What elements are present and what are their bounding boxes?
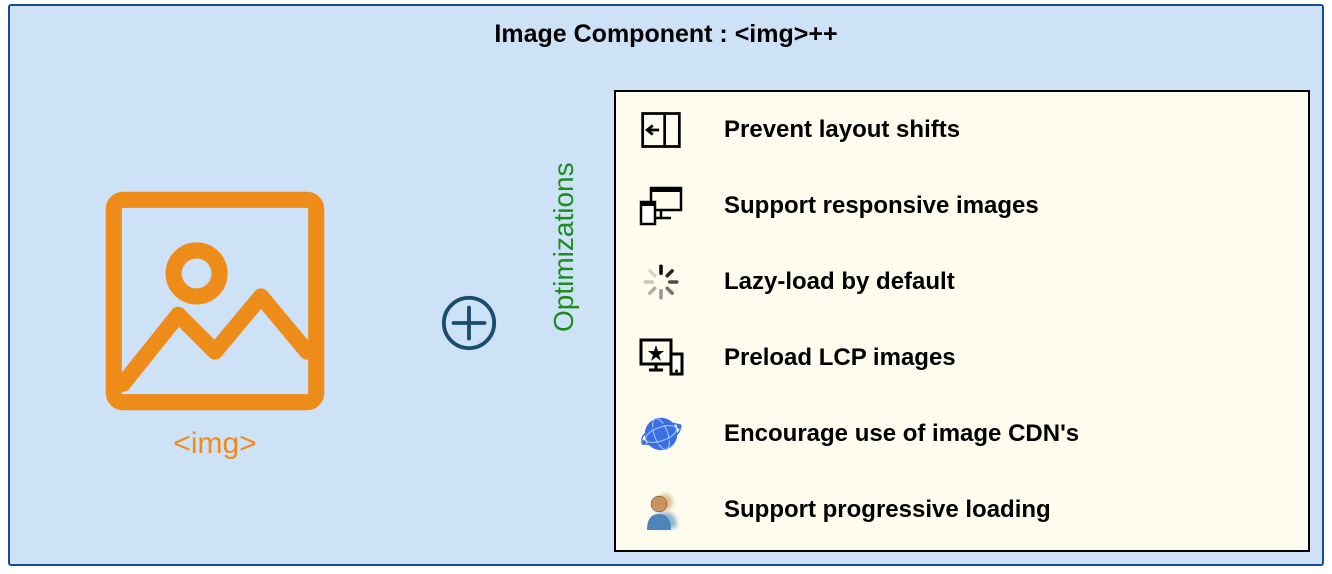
- optimization-label: Encourage use of image CDN's: [724, 420, 1079, 448]
- optimization-label: Support progressive loading: [724, 496, 1051, 524]
- plus-symbol: [440, 294, 498, 357]
- optimization-item: Support responsive images: [616, 168, 1308, 244]
- optimization-item: Lazy-load by default: [616, 244, 1308, 320]
- plus-circle-icon: [440, 339, 498, 356]
- img-tag-label: <img>: [90, 427, 340, 461]
- preload-lcp-icon: [632, 329, 690, 387]
- diagram-canvas: Image Component : <img>++ <img> Optim: [0, 0, 1332, 574]
- optimization-label: Lazy-load by default: [724, 268, 955, 296]
- optimization-item: Encourage use of image CDN's: [616, 396, 1308, 472]
- optimization-label: Prevent layout shifts: [724, 116, 960, 144]
- optimization-item: Support progressive loading: [616, 472, 1308, 548]
- optimization-label: Support responsive images: [724, 192, 1039, 220]
- responsive-devices-icon: [632, 177, 690, 235]
- loading-spinner-icon: [632, 253, 690, 311]
- optimization-item: Preload LCP images: [616, 320, 1308, 396]
- layout-shift-icon: [632, 101, 690, 159]
- optimization-label: Preload LCP images: [724, 344, 956, 372]
- optimization-item: Prevent layout shifts: [616, 92, 1308, 168]
- optimizations-label: Optimizations: [548, 162, 580, 332]
- image-placeholder-icon: [100, 403, 330, 420]
- main-container: Image Component : <img>++ <img> Optim: [8, 4, 1324, 566]
- globe-cdn-icon: [632, 405, 690, 463]
- optimizations-box: Prevent layout shifts Support responsive…: [614, 90, 1310, 552]
- image-tag-section: <img>: [90, 186, 340, 461]
- diagram-title: Image Component : <img>++: [10, 20, 1322, 49]
- progressive-loading-icon: [632, 481, 690, 539]
